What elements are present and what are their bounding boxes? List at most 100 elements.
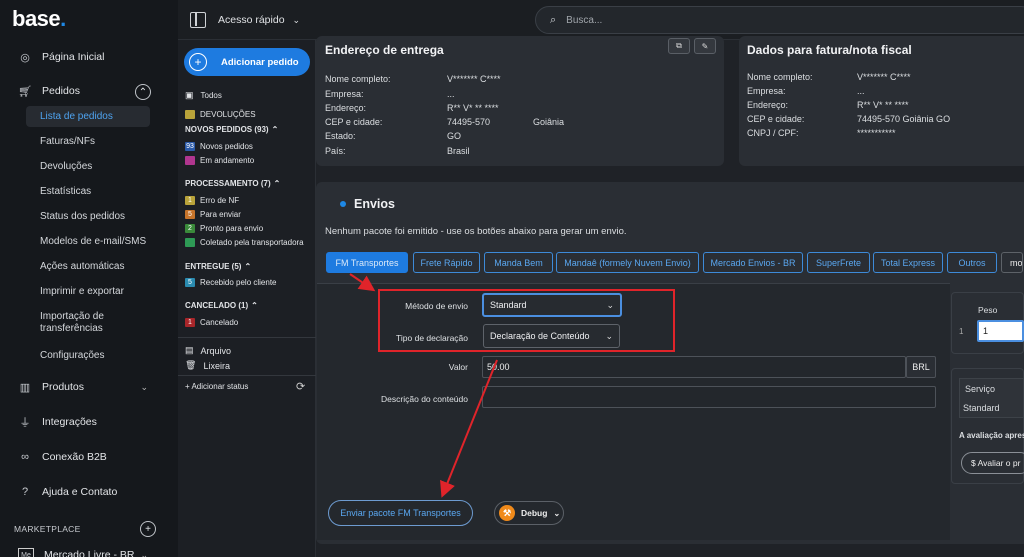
chevron-down-icon: ⌄: [140, 381, 148, 392]
nav-item-help[interactable]: ? Ajuda e Contato: [0, 481, 178, 503]
nav-item-orders[interactable]: 🛒︎ Pedidos: [0, 80, 178, 102]
status-new-orders[interactable]: 93 Novos pedidos: [185, 142, 253, 151]
service-value[interactable]: Standard: [963, 403, 1000, 413]
status-label: Recebido pelo cliente: [200, 278, 277, 287]
status-collected[interactable]: Coletado pela transportadora: [185, 238, 304, 247]
status-returns[interactable]: DEVOLUÇÕES: [185, 110, 256, 119]
description-input[interactable]: [482, 386, 936, 408]
tab-frete-rapido[interactable]: Frete Rápido: [413, 252, 480, 273]
sidebar-item-email-templates[interactable]: Modelos de e-mail/SMS: [40, 236, 146, 248]
wrench-icon: ⚒: [499, 505, 515, 521]
refresh-icon[interactable]: ⟳: [296, 380, 305, 393]
tab-outros[interactable]: Outros: [947, 252, 997, 273]
status-badge: 1: [185, 196, 195, 205]
add-status-link[interactable]: + Adicionar status: [185, 382, 248, 391]
help-icon: ?: [21, 486, 29, 498]
status-label: Novos pedidos: [200, 142, 253, 151]
status-cancelled[interactable]: 1 Cancelado: [185, 318, 238, 327]
status-to-ship[interactable]: 5 Para enviar: [185, 210, 241, 219]
tab-mercado-envios[interactable]: Mercado Envios - BR: [703, 252, 803, 273]
nav-item-mercado-livre[interactable]: Me Mercado Livre - BR ⌄: [0, 544, 178, 557]
sidebar-item-print-export[interactable]: Imprimir e exportar: [40, 286, 124, 298]
marketplace-badge: Me: [18, 548, 34, 557]
field-value: 74495-570 Goiânia GO: [857, 114, 951, 124]
status-badge: 1: [185, 318, 195, 327]
value-input[interactable]: 50.00: [482, 356, 906, 378]
inbox-icon: ▣: [185, 90, 194, 100]
add-marketplace-button[interactable]: +: [140, 521, 156, 537]
chevron-up-icon: ⌃: [273, 179, 281, 188]
sidebar-item-automatic-actions[interactable]: Ações automáticas: [40, 261, 125, 273]
logo[interactable]: base.: [12, 6, 66, 32]
field-value: R** V* ** ****: [447, 103, 499, 113]
nav-label: Integrações: [42, 416, 97, 428]
tab-mandae[interactable]: Mandaê (formely Nuvem Envio): [556, 252, 699, 273]
chevron-down-icon: ⌄: [292, 14, 301, 25]
copy-button[interactable]: ⧉: [668, 38, 690, 54]
status-label: Cancelado: [200, 318, 239, 327]
group-label: PROCESSAMENTO (7): [185, 179, 271, 188]
sidebar-item-invoices[interactable]: Faturas/NFs: [40, 136, 95, 148]
group-cancelled[interactable]: CANCELADO (1) ⌃: [185, 301, 258, 310]
quick-access-label: Acesso rápido: [218, 14, 285, 26]
field-value: ...: [447, 89, 455, 99]
nav-item-products[interactable]: ▥ Produtos ⌄: [0, 376, 178, 398]
status-label: Para enviar: [200, 210, 241, 219]
rate-product-button[interactable]: $ Avaliar o pr: [961, 452, 1024, 474]
order-status-sidebar: + Adicionar pedido ▣ Todos DEVOLUÇÕES NOV…: [178, 40, 316, 557]
status-received[interactable]: 5 Recebido pelo cliente: [185, 278, 277, 287]
quick-access-button[interactable]: Acesso rápido ⌄: [190, 12, 300, 28]
tab-fm-transportes[interactable]: FM Transportes: [326, 252, 408, 273]
status-badge: 5: [185, 278, 195, 287]
group-processing[interactable]: PROCESSAMENTO (7) ⌃: [185, 179, 280, 188]
status-badge: 93: [185, 142, 195, 151]
status-trash[interactable]: 🗑︎ Lixeira: [185, 360, 230, 371]
section-dot: [340, 201, 346, 207]
field-value: ***********: [857, 128, 896, 138]
sidebar-item-returns[interactable]: Devoluções: [40, 161, 92, 173]
sidebar-item-transfer-import[interactable]: Importação de transferências: [40, 311, 120, 335]
send-package-button[interactable]: Enviar pacote FM Transportes: [328, 500, 473, 526]
field-label: CEP e cidade:: [747, 114, 805, 124]
sidebar-item-statistics[interactable]: Estatísticas: [40, 186, 91, 198]
collapse-orders-button[interactable]: ⌃: [135, 84, 151, 100]
status-label: Erro de NF: [200, 196, 240, 205]
tab-superfrete[interactable]: SuperFrete: [807, 252, 870, 273]
nav-label: Pedidos: [42, 85, 80, 97]
tab-manda-bem[interactable]: Manda Bem: [484, 252, 553, 273]
field-value: Brasil: [447, 146, 470, 156]
status-all[interactable]: ▣ Todos: [185, 90, 222, 101]
field-label: Empresa:: [747, 86, 786, 96]
group-label: NOVOS PEDIDOS (93): [185, 125, 269, 134]
chevron-down-icon: ⌄: [140, 549, 148, 557]
status-ready[interactable]: 2 Pronto para envio: [185, 224, 263, 233]
group-new-orders[interactable]: NOVOS PEDIDOS (93) ⌃: [185, 125, 278, 134]
status-in-progress[interactable]: Em andamento: [185, 156, 254, 165]
search-placeholder: Busca...: [566, 14, 603, 26]
chevron-up-icon: ⌃: [271, 125, 279, 134]
edit-button[interactable]: ✎: [694, 38, 716, 54]
tab-total-express[interactable]: Total Express: [873, 252, 943, 273]
nav-item-integrations[interactable]: ⏚ Integrações: [0, 411, 178, 433]
search-input[interactable]: ⌕ Busca...: [535, 6, 1024, 34]
weight-label: Peso: [978, 305, 998, 315]
field-value: 74495-570: [447, 117, 491, 127]
tab-more[interactable]: mo: [1001, 252, 1023, 273]
sidebar-item-order-list[interactable]: Lista de pedidos: [26, 106, 150, 127]
nav-item-home[interactable]: ◎ Página Inicial: [0, 46, 178, 68]
weight-input[interactable]: 1: [977, 320, 1024, 342]
status-archive[interactable]: ▤ Arquivo: [185, 345, 231, 356]
field-label: Endereço:: [325, 103, 367, 113]
nav-item-b2b[interactable]: ∞ Conexão B2B: [0, 446, 178, 468]
group-delivered[interactable]: ENTREGUE (5) ⌃: [185, 262, 251, 271]
description-label: Descrição do conteúdo: [381, 394, 468, 404]
nav-label: Ajuda e Contato: [42, 486, 118, 498]
sidebar-item-settings[interactable]: Configurações: [40, 350, 104, 362]
add-order-button[interactable]: + Adicionar pedido: [184, 48, 310, 76]
debug-button[interactable]: ⚒ Debug ⌄: [494, 501, 564, 525]
field-label: Empresa:: [325, 89, 364, 99]
chart-icon: ▥: [19, 381, 31, 394]
link-icon: ∞: [21, 451, 29, 463]
sidebar-item-order-status[interactable]: Status dos pedidos: [40, 211, 125, 223]
status-nf-error[interactable]: 1 Erro de NF: [185, 196, 239, 205]
